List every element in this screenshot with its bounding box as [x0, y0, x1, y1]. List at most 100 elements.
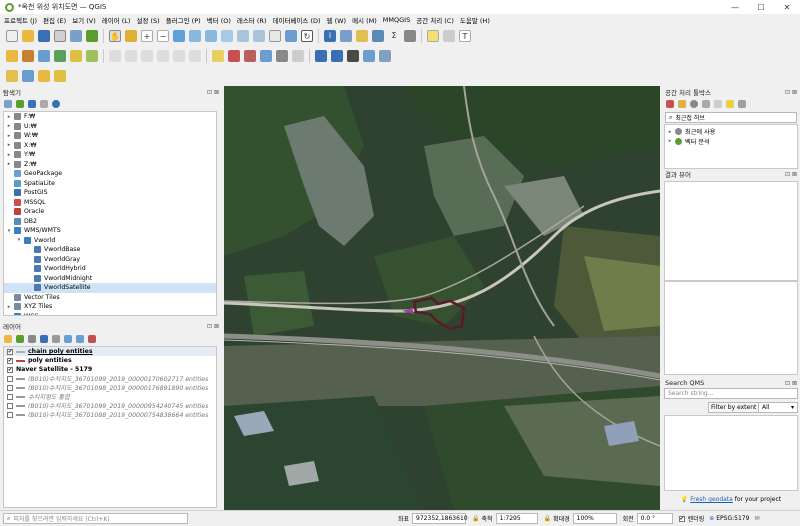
copy-features-icon[interactable] [141, 50, 153, 62]
browser-item[interactable]: VworldMidnight [4, 274, 216, 284]
annotation-icon[interactable] [443, 30, 455, 42]
expand-arrow-icon[interactable]: ▸ [6, 152, 12, 158]
new-map-view-icon[interactable] [269, 30, 281, 42]
layer-row[interactable]: (B010)수치지도_36701099_2019_00000170602717 … [4, 374, 216, 383]
filter-expression-icon[interactable] [52, 334, 60, 343]
menu-view[interactable]: 보기 (V) [72, 15, 96, 25]
browser-item[interactable]: ▸ XYZ Tiles [4, 302, 216, 312]
browser-item[interactable]: PostGIS [4, 188, 216, 198]
collapse-all-icon[interactable] [76, 334, 84, 343]
map-canvas[interactable] [224, 86, 660, 510]
panel-close-icon[interactable]: ⊡ ⊠ [785, 89, 797, 96]
menu-web[interactable]: 웹 (W) [327, 15, 347, 25]
qms-search-input[interactable]: Search string... [664, 388, 798, 399]
layer-row[interactable]: (B010)수치지도_36701088_2019_00000754838664 … [4, 410, 216, 419]
temporal-icon[interactable] [285, 30, 297, 42]
menu-layer[interactable]: 레이어 (L) [102, 15, 131, 25]
scale-field[interactable]: 1:7295 [495, 513, 538, 524]
expand-arrow-icon[interactable]: ▾ [6, 228, 12, 234]
zoom-out-icon[interactable]: − [157, 30, 169, 42]
browser-item[interactable]: SpatiaLite [4, 179, 216, 189]
layer-visibility-checkbox[interactable]: ✔ [7, 357, 13, 364]
toggle-editing-icon[interactable] [22, 50, 34, 62]
menu-vector[interactable]: 벡터 (O) [207, 15, 231, 25]
map-tips-icon[interactable] [427, 30, 439, 42]
expand-arrow-icon[interactable]: ▸ [6, 161, 12, 167]
layer-row[interactable]: ✔ Naver Satellite - 5179 [4, 365, 216, 374]
processing-toolbox-icon[interactable] [372, 30, 384, 42]
coord-field[interactable]: 972352,1863610 [412, 513, 468, 524]
layer-row[interactable]: ✔ chain poly entities [4, 347, 216, 356]
style-manager-icon[interactable] [86, 30, 98, 42]
layer-style-icon[interactable] [4, 334, 12, 343]
move-label-icon[interactable] [260, 50, 272, 62]
rotate-label-icon[interactable] [276, 50, 288, 62]
panel-close-icon[interactable]: ⊡ ⊠ [207, 323, 219, 330]
expand-arrow-icon[interactable]: ▾ [16, 237, 22, 243]
select-features-icon[interactable] [356, 30, 368, 42]
panel-close-icon[interactable]: ⊡ ⊠ [785, 171, 797, 178]
layer-row[interactable]: (B010)수치지도_36701099_2019_00000954240745 … [4, 401, 216, 410]
browser-item[interactable]: ▾ Vworld [4, 236, 216, 246]
zoom-in-icon[interactable]: + [141, 30, 153, 42]
pan-to-selection-icon[interactable] [125, 30, 137, 42]
expand-arrow-icon[interactable]: ▸ [6, 304, 12, 310]
browser-item[interactable]: ▸ W:₩ [4, 131, 216, 141]
filter-icon[interactable] [28, 99, 36, 108]
menu-settings[interactable]: 설정 (S) [136, 15, 159, 25]
browser-item[interactable]: VworldBase [4, 245, 216, 255]
close-button[interactable]: ✕ [774, 3, 800, 12]
browser-item[interactable]: MSSQL [4, 198, 216, 208]
locator-search-input[interactable]: ⌕ 피처를 찾으려면 입력하세요 (Ctrl+K) [3, 513, 188, 524]
add-feature-icon[interactable] [54, 50, 66, 62]
scripts-icon[interactable] [678, 100, 686, 108]
menu-edit[interactable]: 편집 (E) [43, 15, 66, 25]
browser-item[interactable]: ▾ WMS/WMTS [4, 226, 216, 236]
browser-item[interactable]: ▸ U:₩ [4, 122, 216, 132]
select-by-area-icon[interactable] [6, 70, 18, 82]
menu-raster[interactable]: 래스터 (R) [237, 15, 267, 25]
measure-icon[interactable] [404, 30, 416, 42]
panel-close-icon[interactable]: ⊡ ⊠ [207, 89, 219, 96]
paste-features-icon[interactable] [157, 50, 169, 62]
browser-item[interactable]: ▸ F:₩ [4, 112, 216, 122]
text-annotation-icon[interactable]: T [459, 30, 471, 42]
processing-recent[interactable]: ▸ 최근에 사용 [667, 127, 795, 137]
processing-search-input[interactable]: ⌕ 최근접 허브 [665, 112, 797, 123]
open-project-icon[interactable] [22, 30, 34, 42]
expand-all-icon[interactable] [64, 334, 72, 343]
browser-item[interactable]: ▸ Z:₩ [4, 160, 216, 170]
add-selected-icon[interactable] [16, 99, 24, 108]
lock-icon[interactable]: 🔒 [472, 515, 479, 522]
history-icon[interactable] [690, 100, 698, 108]
rotation-field[interactable]: 0.0 ° [636, 513, 673, 524]
menu-plugins[interactable]: 플러그인 (P) [166, 15, 201, 25]
crs-button[interactable]: EPSG:5179 [716, 515, 749, 522]
add-group-icon[interactable] [16, 334, 24, 343]
change-label-icon[interactable] [292, 50, 304, 62]
pin-labels-icon[interactable] [228, 50, 240, 62]
menu-database[interactable]: 데이터베이스 (D) [273, 15, 321, 25]
plugin-b-icon[interactable] [331, 50, 343, 62]
layer-visibility-checkbox[interactable] [7, 411, 13, 418]
info-icon[interactable] [52, 99, 60, 108]
refresh-icon[interactable] [4, 99, 12, 108]
expand-arrow-icon[interactable]: ▸ [6, 114, 12, 120]
fresh-geodata-link[interactable]: Fresh geodata [690, 496, 733, 503]
browser-item[interactable]: VworldHybrid [4, 264, 216, 274]
zoom-last-icon[interactable] [237, 30, 249, 42]
expand-arrow-icon[interactable]: ▸ [6, 123, 12, 129]
qms-filter-select[interactable]: All ▾ [758, 402, 798, 413]
results-icon[interactable] [702, 100, 710, 108]
add-vector-icon[interactable] [38, 70, 50, 82]
pan-icon[interactable]: ✋ [109, 30, 121, 42]
settings-icon[interactable] [738, 100, 746, 108]
statistics-icon[interactable]: Σ [388, 30, 400, 42]
layer-row[interactable]: (B010)수치지도_36701098_2019_00000176891890 … [4, 383, 216, 392]
options-icon[interactable] [726, 100, 734, 108]
new-project-icon[interactable] [6, 30, 18, 42]
layer-visibility-checkbox[interactable] [7, 375, 13, 382]
zoom-layer-icon[interactable] [205, 30, 217, 42]
panel-close-icon[interactable]: ⊡ ⊠ [785, 380, 797, 387]
save-project-icon[interactable] [38, 30, 50, 42]
